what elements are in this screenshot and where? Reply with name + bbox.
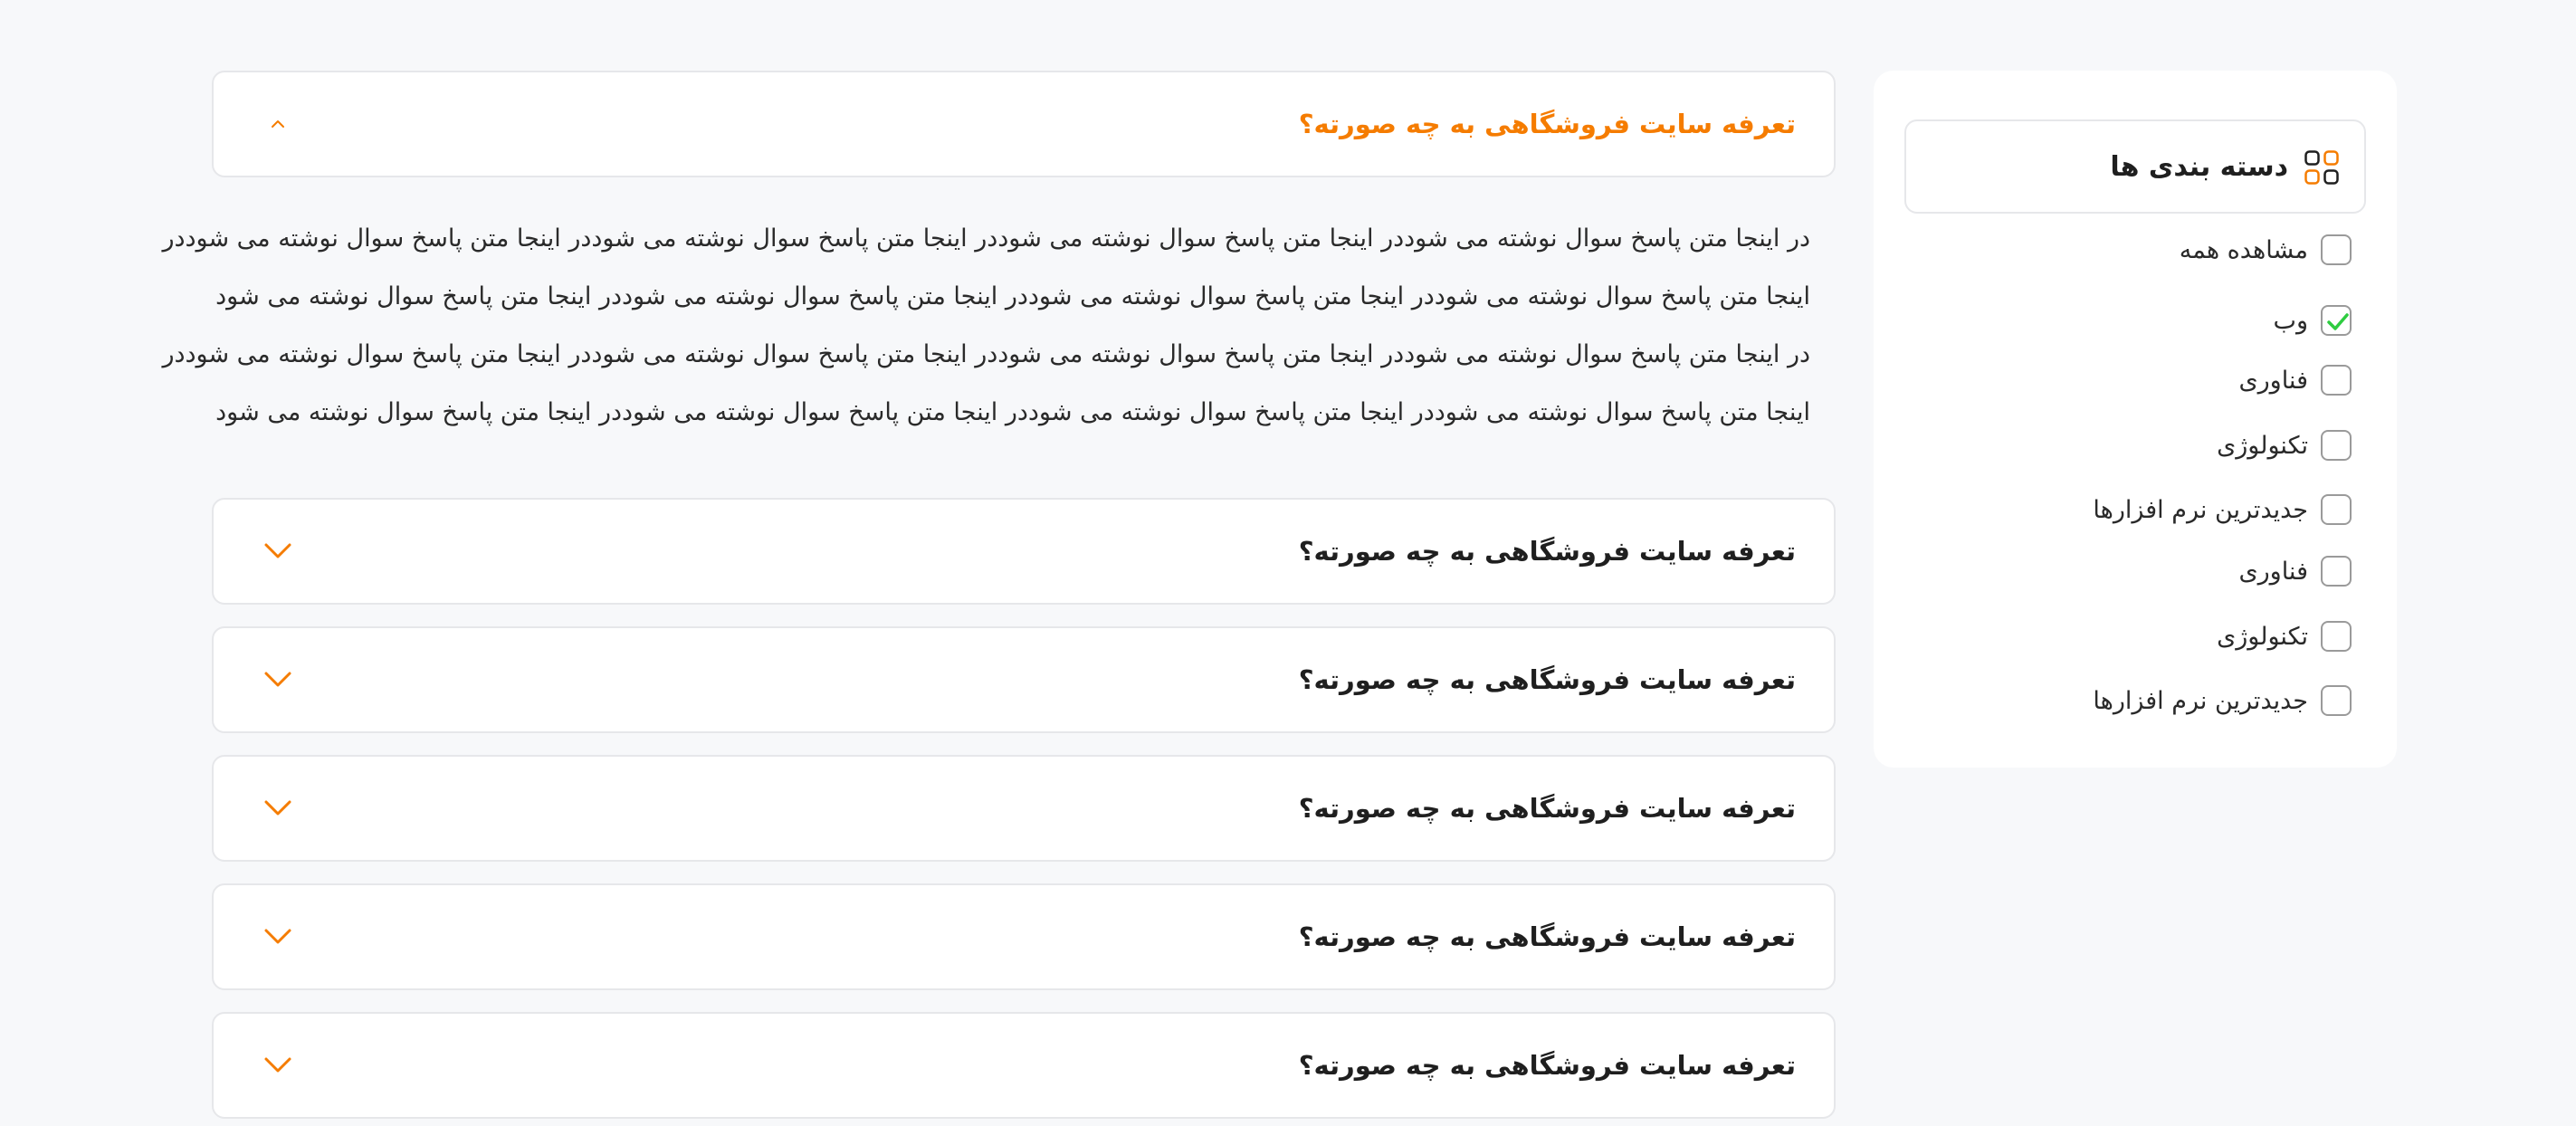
checkbox[interactable] — [2321, 685, 2352, 716]
chevron-down-icon[interactable] — [257, 659, 299, 701]
faq-item[interactable]: تعرفه سایت فروشگاهی به چه صورته؟ — [212, 883, 1836, 990]
faq-question: تعرفه سایت فروشگاهی به چه صورته؟ — [1298, 664, 1796, 695]
category-item[interactable]: جدیدترین نرم افزارها — [2093, 490, 2352, 530]
category-label: جدیدترین نرم افزارها — [2093, 495, 2308, 524]
faq-question: تعرفه سایت فروشگاهی به چه صورته؟ — [1298, 921, 1796, 952]
category-header: دسته بندی ها — [1904, 119, 2366, 214]
category-label: فناوری — [2238, 557, 2309, 586]
chevron-down-icon[interactable] — [257, 530, 299, 572]
category-title: دسته بندی ها — [2110, 150, 2288, 183]
chevron-down-icon[interactable] — [257, 1045, 299, 1086]
category-item[interactable]: تکنولوژی — [2217, 616, 2352, 656]
category-label: تکنولوژی — [2217, 431, 2308, 460]
chevron-down-icon[interactable] — [257, 787, 299, 829]
category-label: فناوری — [2238, 366, 2309, 395]
faq-question: تعرفه سایت فروشگاهی به چه صورته؟ — [1298, 109, 1796, 139]
faq-item[interactable]: تعرفه سایت فروشگاهی به چه صورته؟ — [212, 755, 1836, 862]
check-icon — [2327, 313, 2349, 330]
faq-answer-line: اینجا متن پاسخ سوال نوشته می شوددر اینجا… — [215, 282, 1810, 310]
chevron-down-icon[interactable] — [257, 916, 299, 958]
checkbox[interactable] — [2321, 234, 2352, 265]
faq-answer-line: اینجا متن پاسخ سوال نوشته می شوددر اینجا… — [215, 398, 1810, 426]
faq-item[interactable]: تعرفه سایت فروشگاهی به چه صورته؟ — [212, 498, 1836, 605]
faq-item[interactable]: تعرفه سایت فروشگاهی به چه صورته؟ — [212, 626, 1836, 733]
faq-question: تعرفه سایت فروشگاهی به چه صورته؟ — [1298, 1050, 1796, 1081]
faq-answer-line: در اینجا متن پاسخ سوال نوشته می شوددر ای… — [162, 340, 1810, 368]
category-item-web[interactable]: وب — [2274, 301, 2352, 340]
category-item-all[interactable]: مشاهده همه — [2180, 230, 2352, 270]
category-item[interactable]: فناوری — [2239, 360, 2352, 400]
faq-answer: در اینجا متن پاسخ سوال نوشته می شوددر ای… — [162, 210, 1810, 442]
category-panel: دسته بندی ها مشاهده همه وب فناوری تکنولو… — [1874, 71, 2397, 768]
category-item[interactable]: تکنولوژی — [2217, 425, 2352, 465]
checkbox[interactable] — [2321, 430, 2352, 461]
chevron-up-icon[interactable] — [257, 103, 299, 145]
faq-item-open[interactable]: تعرفه سایت فروشگاهی به چه صورته؟ — [212, 71, 1836, 177]
faq-question: تعرفه سایت فروشگاهی به چه صورته؟ — [1298, 536, 1796, 567]
faq-question: تعرفه سایت فروشگاهی به چه صورته؟ — [1298, 793, 1796, 824]
category-grid-icon — [2304, 150, 2339, 185]
faq-answer-line: در اینجا متن پاسخ سوال نوشته می شوددر ای… — [162, 224, 1810, 253]
category-label: وب — [2273, 306, 2308, 335]
category-item[interactable]: فناوری — [2239, 551, 2352, 591]
category-label: جدیدترین نرم افزارها — [2093, 686, 2308, 715]
checkbox[interactable] — [2321, 494, 2352, 525]
checkbox[interactable] — [2321, 621, 2352, 652]
checkbox[interactable] — [2321, 556, 2352, 587]
category-item[interactable]: جدیدترین نرم افزارها — [2093, 681, 2352, 720]
checkbox[interactable] — [2321, 365, 2352, 396]
category-label: تکنولوژی — [2217, 622, 2308, 651]
faq-item[interactable]: تعرفه سایت فروشگاهی به چه صورته؟ — [212, 1012, 1836, 1119]
category-label: مشاهده همه — [2179, 235, 2308, 264]
checkbox-checked[interactable] — [2321, 305, 2352, 336]
